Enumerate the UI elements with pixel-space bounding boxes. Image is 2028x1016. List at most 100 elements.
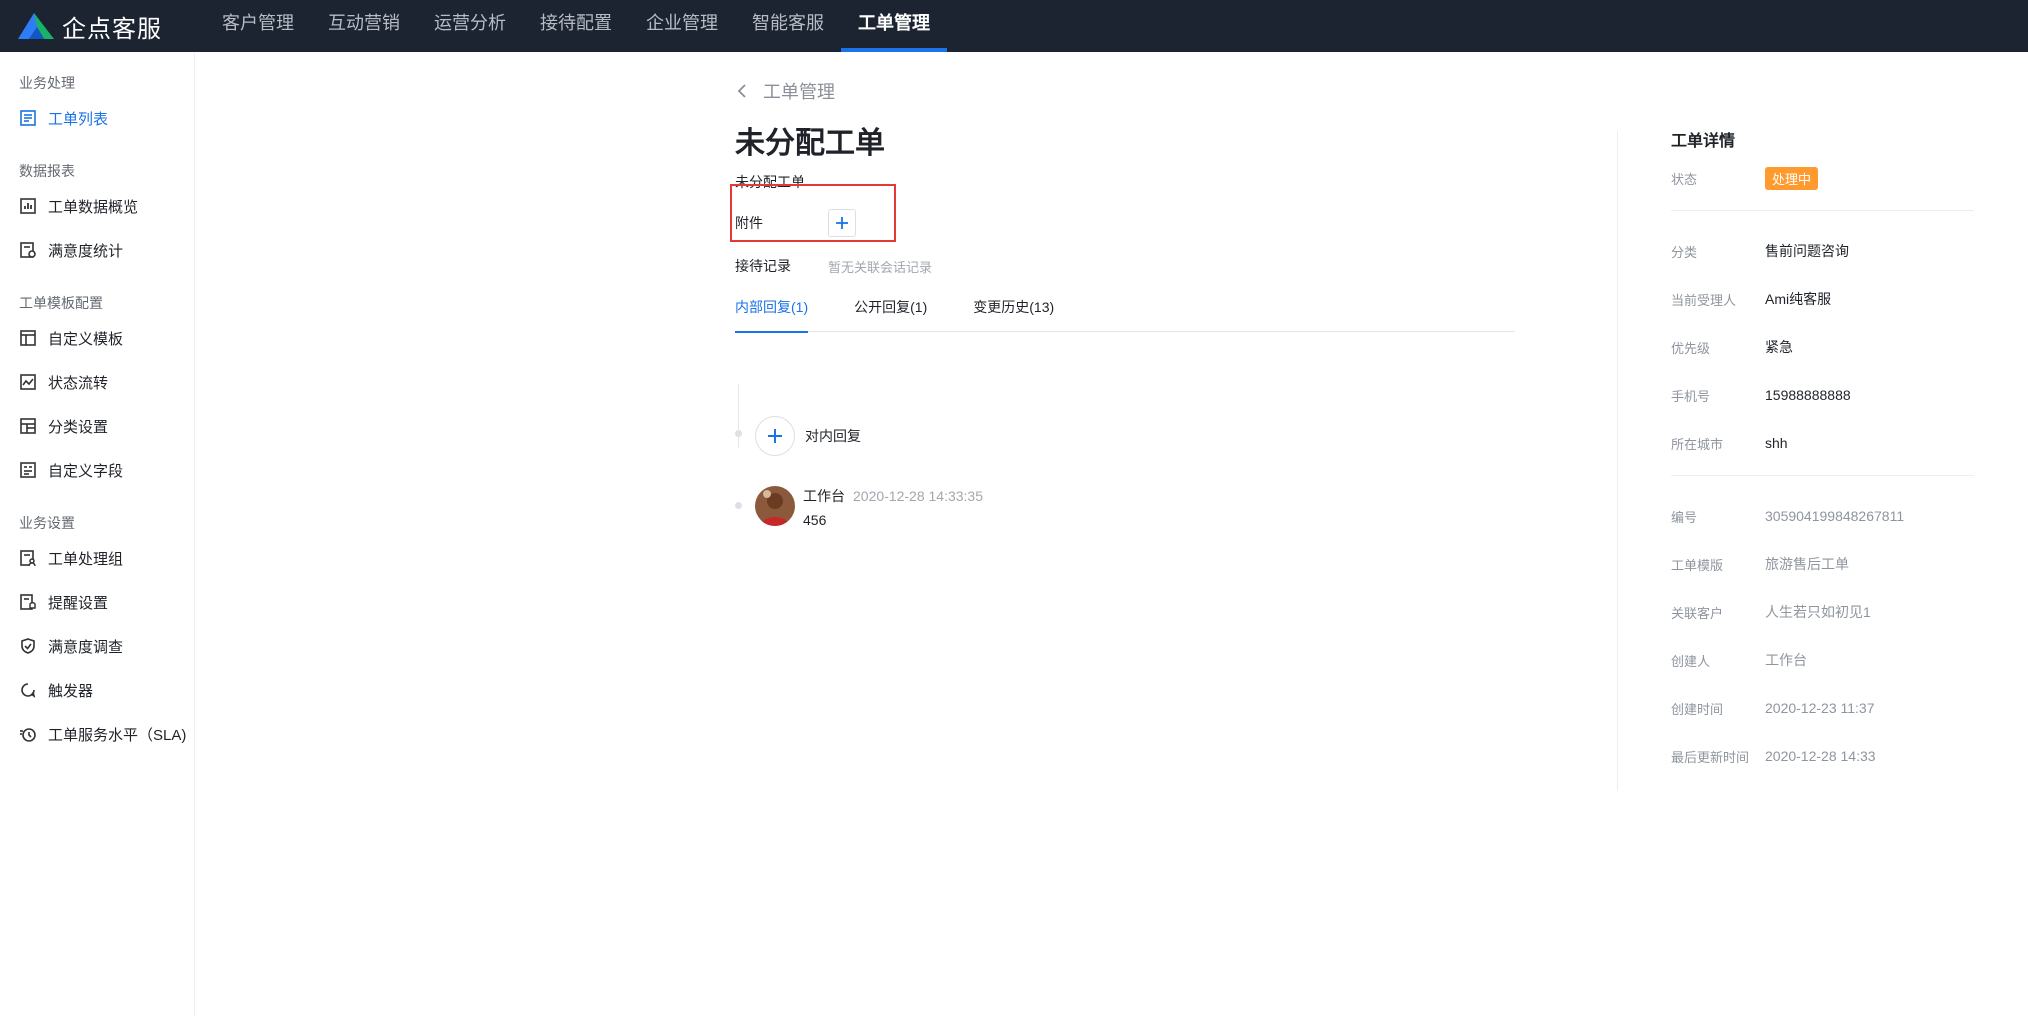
sidebar-item-label: 自定义模板 — [48, 330, 124, 348]
add-attachment-button[interactable] — [828, 209, 856, 237]
sidebar-item-trigger[interactable]: 触发器 — [0, 668, 194, 712]
detail-value: 旅游售后工单 — [1765, 556, 1849, 572]
add-internal-reply[interactable]: 对内回复 — [755, 416, 861, 456]
nav-operation-analysis[interactable]: 运营分析 — [417, 0, 523, 52]
sidebar-group-title: 业务设置 — [19, 515, 75, 531]
list-doc-icon — [19, 109, 37, 127]
survey-icon — [19, 637, 37, 655]
detail-value: 2020-12-28 14:33 — [1765, 748, 1876, 764]
nav-reception-config[interactable]: 接待配置 — [523, 0, 629, 52]
sidebar-group-title: 数据报表 — [19, 163, 75, 179]
stats-doc-icon — [19, 241, 37, 259]
sidebar-item-label: 工单数据概览 — [48, 198, 139, 216]
sidebar-item-label: 工单服务水平（SLA) — [48, 726, 187, 744]
bar-chart-icon — [19, 197, 37, 215]
reply-tabs: 内部回复(1) 公开回复(1) 变更历史(13) — [735, 295, 1515, 333]
top-navigation-bar: 企点客服 客户管理 互动营销 运营分析 接待配置 企业管理 智能客服 工单管理 — [0, 0, 2028, 52]
sidebar-item-label: 工单列表 — [48, 110, 109, 128]
detail-key: 创建时间 — [1671, 701, 1724, 717]
sidebar-group-title: 工单模板配置 — [19, 295, 103, 311]
chevron-left-icon — [737, 84, 746, 98]
sidebar-item-label: 状态流转 — [48, 374, 109, 392]
sidebar-item-label: 工单处理组 — [48, 550, 124, 568]
reply-author: 工作台 — [803, 488, 845, 504]
nav-smart-service[interactable]: 智能客服 — [735, 0, 841, 52]
detail-key: 当前受理人 — [1671, 292, 1737, 308]
timeline-line — [738, 384, 739, 448]
sidebar-item-satisfaction-survey[interactable]: 满意度调查 — [0, 624, 194, 668]
detail-value[interactable]: 紧急 — [1765, 337, 1793, 357]
nav-ticket-management[interactable]: 工单管理 — [841, 0, 947, 52]
page-title: 未分配工单 — [735, 127, 885, 160]
detail-key: 工单模版 — [1671, 557, 1724, 573]
layout-icon — [19, 329, 37, 347]
sidebar-item-status-flow[interactable]: 状态流转 — [0, 360, 194, 404]
ticket-detail-panel: 工单详情 状态 处理中 分类 售前问题咨询 当前受理人 Ami纯客服 优先级 紧… — [1671, 130, 1974, 780]
reply-time: 2020-12-28 14:33:35 — [853, 488, 983, 504]
divider — [1671, 475, 1974, 476]
detail-value[interactable]: 售前问题咨询 — [1765, 241, 1849, 261]
detail-value[interactable]: 15988888888 — [1765, 387, 1851, 403]
sidebar-item-sla[interactable]: 工单服务水平（SLA) — [0, 712, 194, 756]
trigger-icon — [19, 681, 37, 699]
avatar — [755, 486, 795, 526]
detail-row: 关联客户 人生若只如初见1 — [1671, 588, 1974, 636]
detail-row-status: 状态 处理中 — [1671, 154, 1974, 202]
sidebar-item-data-overview[interactable]: 工单数据概览 — [0, 184, 194, 228]
brand[interactable]: 企点客服 — [0, 9, 205, 44]
detail-value: 人生若只如初见1 — [1765, 604, 1871, 620]
sidebar-item-reminder-settings[interactable]: 提醒设置 — [0, 580, 194, 624]
reply-item: 工作台 2020-12-28 14:33:35 456 — [755, 486, 983, 528]
timeline-dot — [735, 502, 742, 509]
detail-key: 关联客户 — [1671, 605, 1724, 621]
sidebar-item-satisfaction-stats[interactable]: 满意度统计 — [0, 228, 194, 272]
detail-row: 当前受理人 Ami纯客服 — [1671, 275, 1974, 323]
tab-public-reply[interactable]: 公开回复(1) — [854, 295, 927, 332]
detail-key: 手机号 — [1671, 388, 1711, 404]
detail-key: 状态 — [1671, 171, 1698, 187]
tab-internal-reply[interactable]: 内部回复(1) — [735, 295, 809, 333]
sidebar-item-label: 满意度统计 — [48, 242, 124, 260]
sidebar-item-label: 提醒设置 — [48, 594, 109, 612]
panel-divider — [1617, 131, 1618, 791]
clock-icon — [19, 725, 37, 743]
detail-value[interactable]: Ami纯客服 — [1765, 289, 1831, 309]
group-doc-icon — [19, 549, 37, 567]
detail-value: 2020-12-23 11:37 — [1765, 700, 1875, 716]
detail-value: 工作台 — [1765, 652, 1807, 668]
sidebar: 业务处理 工单列表 数据报表 工单数据概览 满意度统计 工单模板配置 自定义模板… — [0, 52, 195, 1016]
detail-value[interactable]: shh — [1765, 435, 1788, 451]
attachment-row: 附件 — [735, 209, 856, 237]
attachment-label: 附件 — [735, 215, 763, 231]
detail-key: 编号 — [1671, 509, 1698, 525]
sidebar-item-label: 触发器 — [48, 682, 94, 700]
reply-head: 工作台 2020-12-28 14:33:35 — [803, 486, 983, 506]
detail-row: 创建时间 2020-12-23 11:37 — [1671, 684, 1974, 732]
nav-enterprise-management[interactable]: 企业管理 — [629, 0, 735, 52]
sidebar-item-category-settings[interactable]: 分类设置 — [0, 404, 194, 448]
detail-key: 创建人 — [1671, 653, 1711, 669]
detail-title: 工单详情 — [1671, 133, 1736, 150]
detail-row: 工单模版 旅游售后工单 — [1671, 540, 1974, 588]
divider — [1671, 210, 1974, 211]
sidebar-item-label: 自定义字段 — [48, 462, 124, 480]
sidebar-item-custom-fields[interactable]: 自定义字段 — [0, 448, 194, 492]
reception-record-empty: 暂无关联会话记录 — [828, 259, 933, 275]
sidebar-item-custom-template[interactable]: 自定义模板 — [0, 316, 194, 360]
sidebar-item-label: 分类设置 — [48, 418, 109, 436]
sidebar-group-title: 业务处理 — [19, 75, 75, 91]
brand-name: 企点客服 — [62, 15, 162, 43]
detail-value: 305904199848267811 — [1765, 508, 1905, 524]
sidebar-item-handling-group[interactable]: 工单处理组 — [0, 536, 194, 580]
add-reply-button[interactable] — [755, 416, 795, 456]
detail-key: 分类 — [1671, 244, 1698, 260]
status-badge: 处理中 — [1765, 166, 1819, 190]
tab-change-history[interactable]: 变更历史(13) — [973, 295, 1054, 332]
reception-record-label: 接待记录 — [735, 258, 791, 274]
sidebar-item-label: 满意度调查 — [48, 638, 124, 656]
back-link[interactable]: 工单管理 — [735, 78, 835, 104]
grid-icon — [19, 417, 37, 435]
nav-customer-management[interactable]: 客户管理 — [205, 0, 311, 52]
sidebar-item-ticket-list[interactable]: 工单列表 — [0, 96, 194, 140]
nav-interactive-marketing[interactable]: 互动营销 — [311, 0, 417, 52]
